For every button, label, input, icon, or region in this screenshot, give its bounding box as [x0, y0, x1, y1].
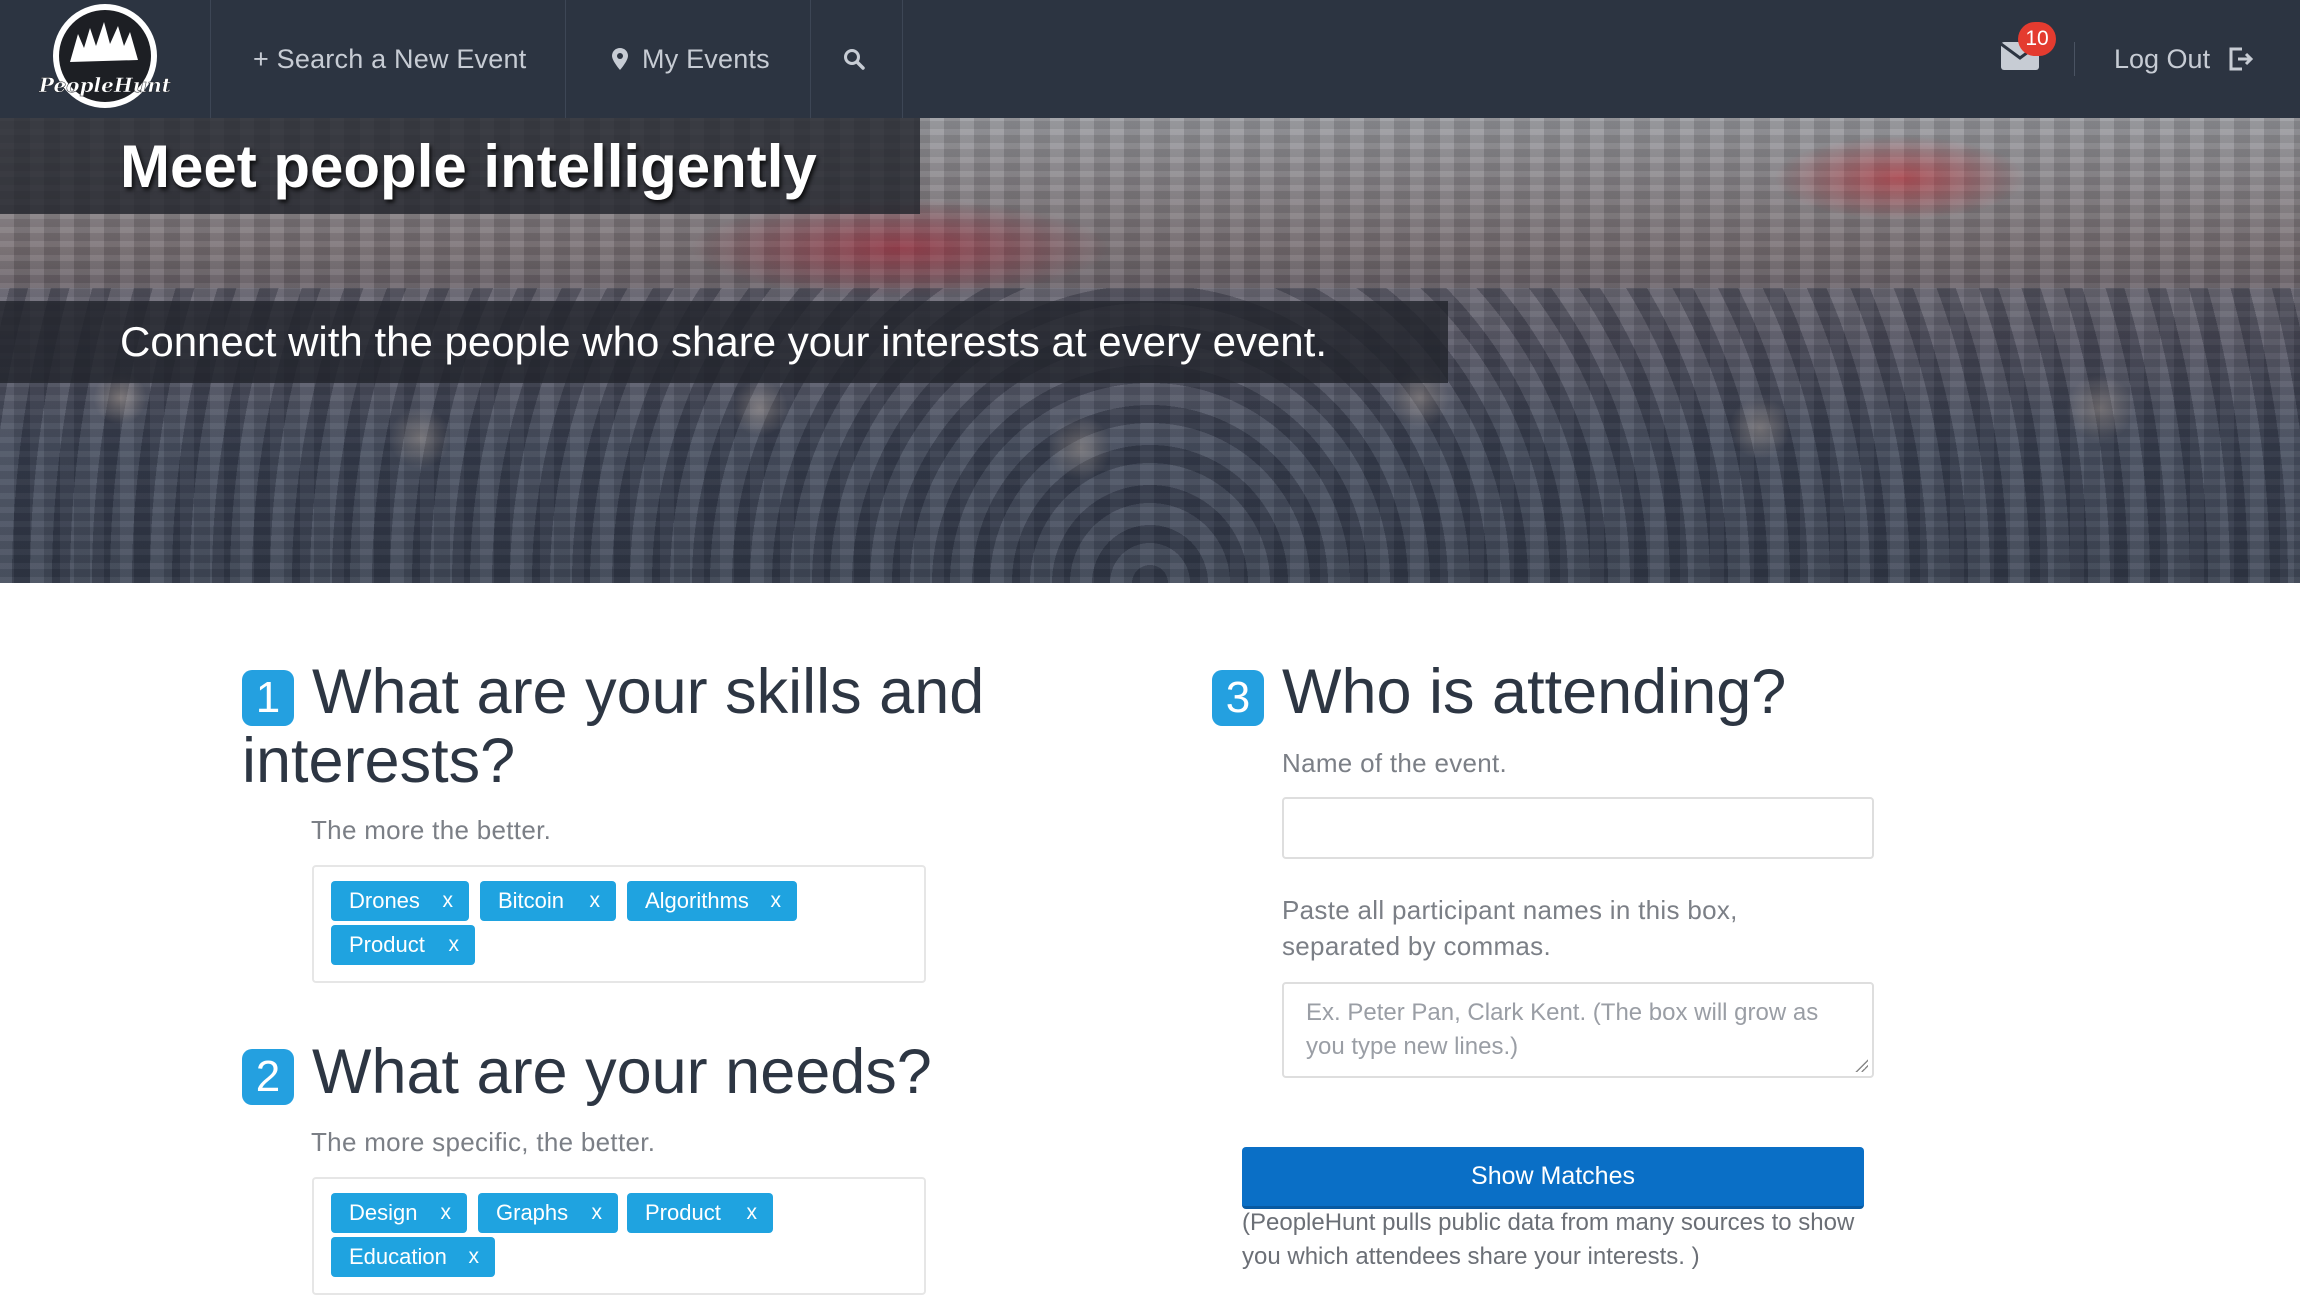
skills-heading-line1: What are your skills and [312, 657, 985, 727]
tag-remove-button[interactable]: x [443, 889, 454, 913]
map-pin-icon [612, 48, 628, 70]
tag-label: Drones [349, 888, 420, 913]
hero-banner: Meet people intelligently Connect with t… [0, 118, 2300, 583]
my-events-link[interactable]: My Events [612, 0, 770, 118]
tag-remove-button[interactable]: x [747, 1201, 758, 1225]
tag-label: Product [645, 1200, 721, 1225]
search-icon [844, 49, 865, 70]
participants-textarea[interactable]: Ex. Peter Pan, Clark Kent. (The box will… [1282, 982, 1874, 1078]
participants-placeholder-line1: Ex. Peter Pan, Clark Kent. (The box will… [1306, 999, 1819, 1026]
nav-divider [2074, 42, 2075, 76]
hero-title: Meet people intelligently [120, 132, 817, 200]
attending-heading: Who is attending? [1282, 657, 1787, 727]
tag-label: Graphs [496, 1200, 569, 1225]
tag-label: Product [349, 932, 425, 957]
tag-remove-button[interactable]: x [592, 1201, 603, 1225]
tag-label: Education [349, 1244, 447, 1269]
participants-placeholder-line2: you type new lines.) [1306, 1033, 1519, 1060]
resize-handle[interactable] [1854, 1058, 1868, 1072]
logout-link[interactable]: Log Out [2114, 0, 2254, 118]
tag-remove-button[interactable]: x [441, 1201, 452, 1225]
needs-tag-input[interactable]: Design x Graphs x Product x Education x [312, 1177, 926, 1295]
skills-hint: The more the better. [311, 815, 552, 845]
tag-chip: Product x [331, 925, 475, 965]
sign-out-icon [2229, 47, 2254, 71]
tag-remove-button[interactable]: x [469, 1245, 480, 1269]
tag-chip: Design x [331, 1193, 467, 1233]
nav-divider [810, 0, 811, 118]
hero-title-bar: Meet people intelligently [0, 118, 920, 214]
nav-search-button[interactable] [842, 0, 880, 118]
nav-divider [902, 0, 903, 118]
data-source-note-line2: you which attendees share your interests… [1242, 1243, 1700, 1270]
tag-remove-button[interactable]: x [449, 933, 460, 957]
tag-chip: Graphs x [478, 1193, 618, 1233]
peoplehunt-logo[interactable]: PeopleHunt [38, 0, 172, 118]
skills-heading-line2: interests? [242, 726, 516, 796]
nav-divider [565, 0, 566, 118]
participants-label-line1: Paste all participant names in this box, [1282, 895, 1738, 925]
hero-subtitle: Connect with the people who share your i… [120, 318, 1328, 365]
data-source-note: (PeopleHunt pulls public data from many … [1242, 1206, 1902, 1274]
participants-label-line2: separated by commas. [1282, 931, 1552, 961]
show-matches-button[interactable]: Show Matches [1242, 1147, 1864, 1209]
logo-text: PeopleHunt [38, 73, 172, 97]
tag-chip: Product x [627, 1193, 773, 1233]
message-count-badge: 10 [2018, 22, 2056, 56]
step-1-badge: 1 [242, 670, 294, 726]
needs-heading: What are your needs? [312, 1037, 932, 1107]
tag-chip: Algorithms x [627, 881, 797, 921]
nav-divider [210, 0, 211, 118]
search-new-event-label: + Search a New Event [253, 43, 527, 74]
tag-chip: Education x [331, 1237, 495, 1277]
tag-label: Bitcoin [498, 888, 565, 913]
data-source-note-line1: (PeopleHunt pulls public data from many … [1242, 1209, 1855, 1236]
tag-label: Design [349, 1200, 418, 1225]
tag-label: Algorithms [645, 888, 749, 913]
tag-remove-button[interactable]: x [590, 889, 601, 913]
my-events-label: My Events [642, 43, 770, 74]
tag-chip: Bitcoin x [480, 881, 616, 921]
needs-hint: The more specific, the better. [311, 1127, 656, 1157]
logout-label: Log Out [2114, 43, 2211, 74]
tag-chip: Drones x [331, 881, 469, 921]
tag-remove-button[interactable]: x [771, 889, 782, 913]
event-name-label: Name of the event. [1282, 748, 1508, 778]
step-2-badge: 2 [242, 1049, 294, 1105]
top-navbar: PeopleHunt + Search a New Event My Event… [0, 0, 2300, 119]
skills-tag-input[interactable]: Drones x Bitcoin x Algorithms x Product x [312, 865, 926, 983]
search-new-event-link[interactable]: + Search a New Event [253, 0, 526, 118]
hero-subtitle-bar: Connect with the people who share your i… [0, 301, 1448, 383]
step-3-badge: 3 [1212, 670, 1264, 726]
event-name-input[interactable] [1282, 797, 1874, 859]
